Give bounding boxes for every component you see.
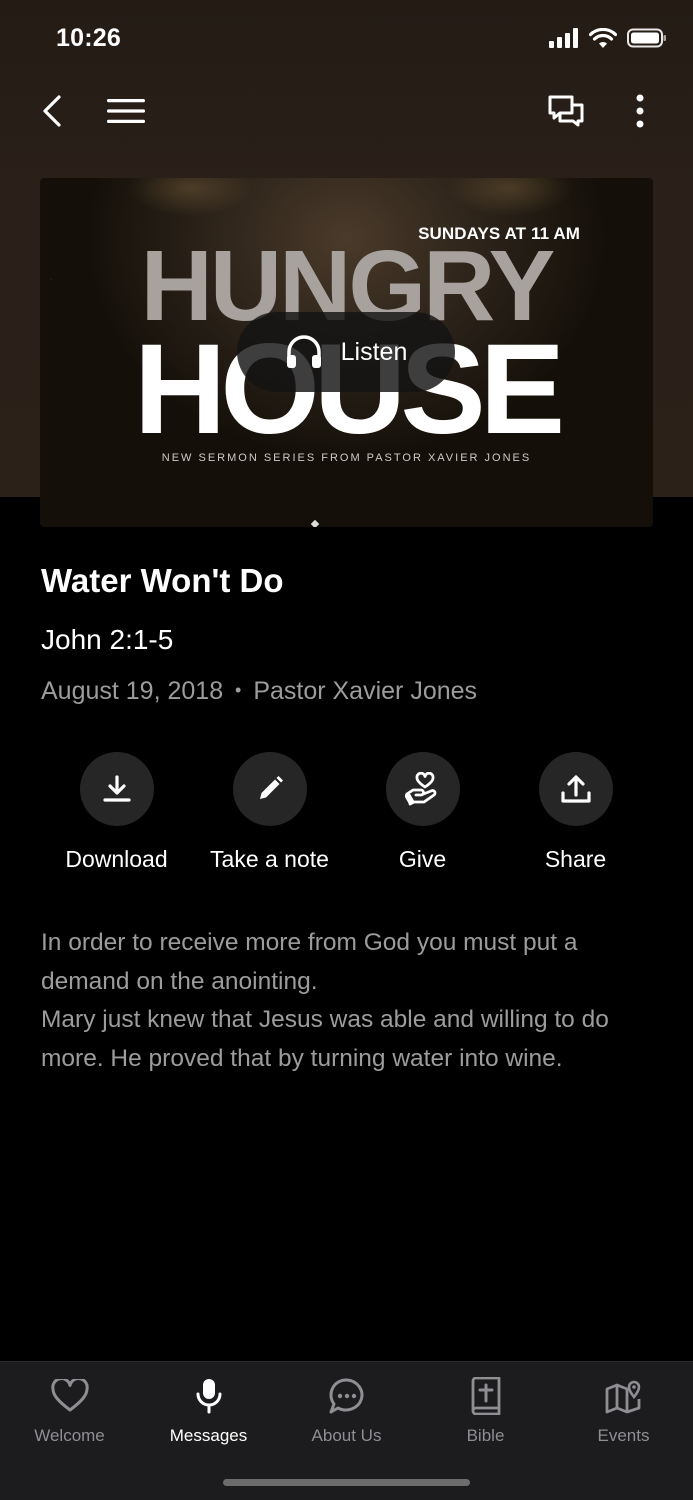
headphones-icon [286, 335, 321, 368]
status-icons [549, 27, 667, 53]
give-label: Give [398, 846, 447, 872]
tab-events[interactable]: Events [554, 1374, 693, 1446]
tab-about-us-label: About Us [311, 1426, 382, 1445]
tab-welcome-label: Welcome [34, 1426, 105, 1445]
map-pin-icon [605, 1380, 640, 1414]
sermon-title: Water Won't Do [41, 562, 284, 599]
hamburger-menu-icon [107, 99, 145, 123]
share-button[interactable]: Share [499, 752, 652, 873]
chat-button[interactable] [536, 80, 596, 142]
wifi-icon [588, 27, 618, 53]
sermon-artwork: · SUNDAYS AT 11 AM HUNGRY HOUSE NEW SERM… [40, 178, 653, 527]
sermon-actions: Download Take a note Give Share [40, 752, 653, 882]
chat-bubbles-icon [548, 95, 584, 127]
sermon-date: August 19, 2018 [41, 677, 224, 705]
share-circle [538, 752, 613, 826]
tab-bible[interactable]: Bible [416, 1374, 555, 1446]
share-label: Share [544, 846, 607, 872]
listen-label: Listen [340, 337, 408, 366]
heart-icon [50, 1379, 89, 1412]
share-upload-icon [560, 775, 591, 803]
tab-bar: Welcome Messages About Us Bible Events [0, 1361, 693, 1500]
back-button[interactable] [22, 80, 82, 142]
download-button[interactable]: Download [40, 752, 193, 873]
battery-icon [627, 28, 667, 53]
description-paragraph-1: In order to receive more from God you mu… [41, 929, 578, 995]
tab-bible-label: Bible [466, 1426, 505, 1445]
download-circle [79, 752, 154, 826]
give-hand-heart-icon [404, 772, 436, 806]
sermon-speaker: Pastor Xavier Jones [253, 677, 478, 705]
pencil-icon [259, 776, 283, 799]
navigation-bar [0, 80, 693, 142]
more-vertical-icon [636, 94, 644, 128]
microphone-icon [196, 1379, 221, 1414]
take-a-note-circle [232, 752, 307, 826]
artwork-subtitle: NEW SERMON SERIES FROM PASTOR XAVIER JON… [161, 452, 532, 464]
chat-bubble-icon [328, 1378, 363, 1414]
description-paragraph-2: Mary just knew that Jesus was able and w… [41, 1006, 609, 1072]
status-bar: 10:26 [0, 0, 693, 78]
menu-button[interactable] [96, 80, 156, 142]
artwork-indicator [310, 519, 320, 527]
meta-separator: • [235, 680, 242, 700]
tab-events-label: Events [597, 1426, 650, 1445]
tab-welcome[interactable]: Welcome [0, 1374, 139, 1446]
sermon-meta: August 19, 2018 • Pastor Xavier Jones [41, 677, 477, 706]
tab-messages-label: Messages [169, 1426, 248, 1445]
download-label: Download [65, 846, 168, 872]
signal-icon [549, 28, 579, 53]
give-button[interactable]: Give [346, 752, 499, 873]
give-circle [385, 752, 460, 826]
bible-icon [471, 1377, 500, 1415]
take-a-note-button[interactable]: Take a note [193, 752, 346, 873]
download-icon [102, 775, 131, 802]
chevron-left-icon [43, 95, 61, 127]
tab-messages[interactable]: Messages [139, 1374, 278, 1446]
listen-button[interactable]: Listen [237, 312, 455, 392]
more-options-button[interactable] [610, 80, 670, 142]
status-time: 10:26 [56, 24, 121, 52]
home-indicator[interactable] [223, 1479, 470, 1486]
take-a-note-label: Take a note [210, 846, 329, 872]
sermon-scripture: John 2:1-5 [41, 624, 174, 655]
tab-about-us[interactable]: About Us [277, 1374, 416, 1446]
sermon-description: In order to receive more from God you mu… [41, 924, 661, 1078]
